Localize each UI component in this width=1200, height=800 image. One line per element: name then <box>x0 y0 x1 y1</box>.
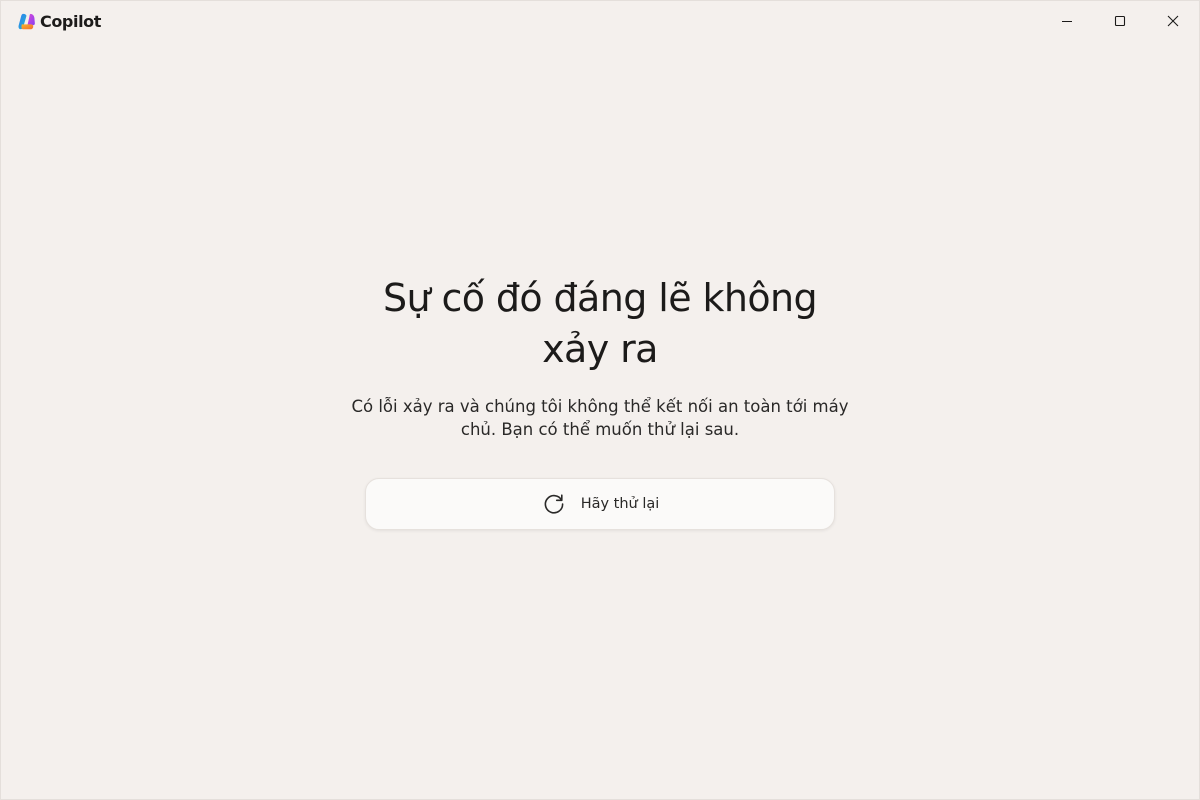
error-message: Có lỗi xảy ra và chúng tôi không thể kết… <box>351 397 849 439</box>
minimize-button[interactable] <box>1040 1 1093 41</box>
copilot-window: Copilot Sự cố đó đáng lẽ không xảy ra Có… <box>0 0 1200 800</box>
retry-label: Hãy thử lại <box>580 496 660 512</box>
window-controls <box>1040 1 1199 41</box>
app-brand: Copilot <box>17 12 101 31</box>
maximize-icon <box>1114 15 1125 27</box>
copilot-logo-icon <box>18 13 35 30</box>
error-headline: Sự cố đó đáng lẽ không xảy ra <box>382 276 818 371</box>
refresh-icon <box>544 494 564 514</box>
title-bar[interactable]: Copilot <box>1 1 1199 43</box>
error-panel: Sự cố đó đáng lẽ không xảy ra Có lỗi xảy… <box>1 273 1199 530</box>
maximize-button[interactable] <box>1093 1 1146 41</box>
app-title: Copilot <box>40 12 101 31</box>
minimize-icon <box>1061 21 1072 22</box>
close-icon <box>1167 15 1178 27</box>
retry-button[interactable]: Hãy thử lại <box>365 478 835 530</box>
close-button[interactable] <box>1146 1 1199 41</box>
